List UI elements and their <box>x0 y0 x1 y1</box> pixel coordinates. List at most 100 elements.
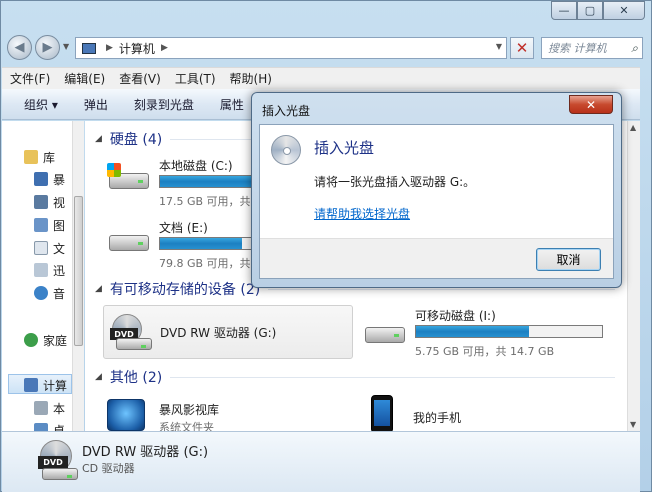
drive-info: 79.8 GB 可用，共 <box>159 257 251 270</box>
caption-buttons: — ▢ ✕ <box>551 1 645 20</box>
breadcrumb-computer[interactable]: 计算机 <box>119 40 155 57</box>
dialog-message: 请将一张光盘插入驱动器 G:。 <box>314 175 476 189</box>
arrow-right-icon: ▶ <box>42 40 53 55</box>
breadcrumb-separator[interactable]: ▶ <box>106 43 113 53</box>
nav-item-label: 视 <box>53 195 66 210</box>
content-scrollbar[interactable]: ▲ ▼ <box>627 121 640 431</box>
insert-disc-dialog: 插入光盘 ✕ 插入光盘 请将一张光盘插入驱动器 G:。 请帮助我选择光盘 取消 <box>251 92 622 288</box>
drive-g[interactable]: DVD DVD RW 驱动器 (G:) <box>103 305 353 359</box>
collapse-icon[interactable]: ◢ <box>95 372 102 382</box>
desktop-icon <box>34 423 48 431</box>
nav-library-item[interactable]: 视 <box>34 192 65 212</box>
nav-item-label: 迅 <box>53 263 66 278</box>
drive-name: 可移动磁盘 (I:) <box>415 309 496 323</box>
computer-icon <box>82 42 96 54</box>
video-icon <box>34 172 48 186</box>
eject-button[interactable]: 弹出 <box>84 96 108 113</box>
nav-library-item[interactable]: 音 <box>34 283 65 303</box>
cancel-button[interactable]: 取消 <box>536 248 601 271</box>
drive-icon <box>34 401 48 415</box>
forward-button[interactable]: ▶ <box>35 35 60 60</box>
item-name: 我的手机 <box>413 411 462 425</box>
music-icon <box>34 286 48 300</box>
video-icon <box>34 195 48 209</box>
x-icon: ✕ <box>515 39 529 57</box>
group-title: 其他 (2) <box>109 370 163 386</box>
drive-info: 5.75 GB 可用，共 14.7 GB <box>415 345 555 358</box>
computer-icon <box>24 378 38 392</box>
removable-drive-icon <box>361 313 407 343</box>
breadcrumb-separator[interactable]: ▶ <box>161 43 168 53</box>
drive-name: DVD RW 驱动器 (G:) <box>160 326 277 340</box>
nav-library-item[interactable]: 迅 <box>34 260 65 280</box>
nav-item-label: 音 <box>53 286 66 301</box>
search-icon[interactable]: ⌕ <box>631 41 638 56</box>
menu-view[interactable]: 查看(V) <box>119 70 161 87</box>
organize-button[interactable]: 组织 ▾ <box>24 96 58 113</box>
menu-help[interactable]: 帮助(H) <box>230 70 272 87</box>
details-name: DVD RW 驱动器 (G:) <box>82 445 209 460</box>
dialog-footer: 取消 <box>260 238 613 278</box>
nav-computer[interactable]: 计算 <box>24 375 67 395</box>
nav-computer-item[interactable]: 桌 <box>34 420 65 431</box>
help-choose-disc-link[interactable]: 请帮助我选择光盘 <box>314 205 410 222</box>
menu-tools[interactable]: 工具(T) <box>175 70 216 87</box>
phone-icon <box>367 395 397 431</box>
back-button[interactable]: ◀ <box>7 35 32 60</box>
group-title: 有可移动存储的设备 (2) <box>109 282 261 298</box>
document-icon <box>34 241 48 255</box>
nav-library-item[interactable]: 文 <box>34 238 65 258</box>
menu-edit[interactable]: 编辑(E) <box>64 70 105 87</box>
dialog-body: 插入光盘 请将一张光盘插入驱动器 G:。 请帮助我选择光盘 取消 <box>259 124 614 279</box>
nav-library-item[interactable]: 暴 <box>34 169 65 189</box>
minimize-button[interactable]: — <box>551 1 577 20</box>
nav-library-item[interactable]: 图 <box>34 215 65 235</box>
address-bar[interactable]: ▶ 计算机 ▶ ▼ <box>75 37 507 59</box>
nav-item-label: 暴 <box>53 172 66 187</box>
drive-name: 文档 (E:) <box>159 221 208 235</box>
drive-icon-e <box>105 225 151 255</box>
drive-i[interactable]: 可移动磁盘 (I:) 5.75 GB 可用，共 14.7 GB <box>361 305 621 358</box>
close-icon: ✕ <box>585 97 597 112</box>
divider <box>268 288 615 290</box>
dialog-heading: 插入光盘 <box>314 139 375 157</box>
dialog-close-button[interactable]: ✕ <box>569 95 613 114</box>
collapse-icon[interactable]: ◢ <box>95 284 102 294</box>
close-button[interactable]: ✕ <box>603 1 645 20</box>
history-dropdown[interactable]: ▼ <box>63 42 69 51</box>
homegroup-icon <box>24 333 38 347</box>
properties-button[interactable]: 属性 <box>220 96 244 113</box>
group-header-other[interactable]: ◢ 其他 (2) <box>95 367 615 387</box>
search-input[interactable]: 搜索 计算机 ⌕ <box>541 37 643 59</box>
windows-logo-icon <box>107 163 121 177</box>
stop-button[interactable]: ✕ <box>510 37 534 59</box>
address-row: ◀ ▶ ▼ ▶ 计算机 ▶ ▼ ✕ 搜索 计算机 ⌕ <box>5 33 649 61</box>
dvd-drive-icon: DVD <box>36 438 78 482</box>
scroll-thumb[interactable] <box>74 196 83 346</box>
burn-button[interactable]: 刻录到光盘 <box>134 96 194 113</box>
disc-icon <box>271 135 301 165</box>
nav-item-label: 桌 <box>53 423 66 432</box>
maximize-button[interactable]: ▢ <box>577 1 603 20</box>
scroll-up-icon[interactable]: ▲ <box>630 123 636 132</box>
details-pane: DVD DVD RW 驱动器 (G:) CD 驱动器 <box>2 431 640 492</box>
item-baofeng[interactable]: 暴风影视库 系统文件夹 <box>105 395 345 431</box>
nav-library[interactable]: 库 <box>24 147 55 167</box>
drive-info: 17.5 GB 可用，共 <box>159 195 251 208</box>
navigation-pane: 库 暴 视 图 文 迅 音 家庭 计算 本 桌 <box>2 121 72 431</box>
nav-item-label: 本 <box>53 401 66 416</box>
nav-computer-item[interactable]: 本 <box>34 398 65 418</box>
menu-bar: 文件(F) 编辑(E) 查看(V) 工具(T) 帮助(H) <box>2 67 640 89</box>
group-title: 硬盘 (4) <box>109 132 163 148</box>
nav-homegroup[interactable]: 家庭 <box>24 330 67 350</box>
scroll-down-icon[interactable]: ▼ <box>630 420 636 429</box>
nav-scrollbar[interactable] <box>72 121 84 431</box>
nav-homegroup-label: 家庭 <box>43 333 68 348</box>
baofeng-icon <box>105 397 147 431</box>
drive-icon-c <box>105 163 151 193</box>
collapse-icon[interactable]: ◢ <box>95 134 102 144</box>
item-phone[interactable]: 我的手机 <box>367 395 567 431</box>
address-dropdown[interactable]: ▼ <box>496 42 502 51</box>
item-type: 系统文件夹 <box>159 421 214 431</box>
menu-file[interactable]: 文件(F) <box>10 70 50 87</box>
